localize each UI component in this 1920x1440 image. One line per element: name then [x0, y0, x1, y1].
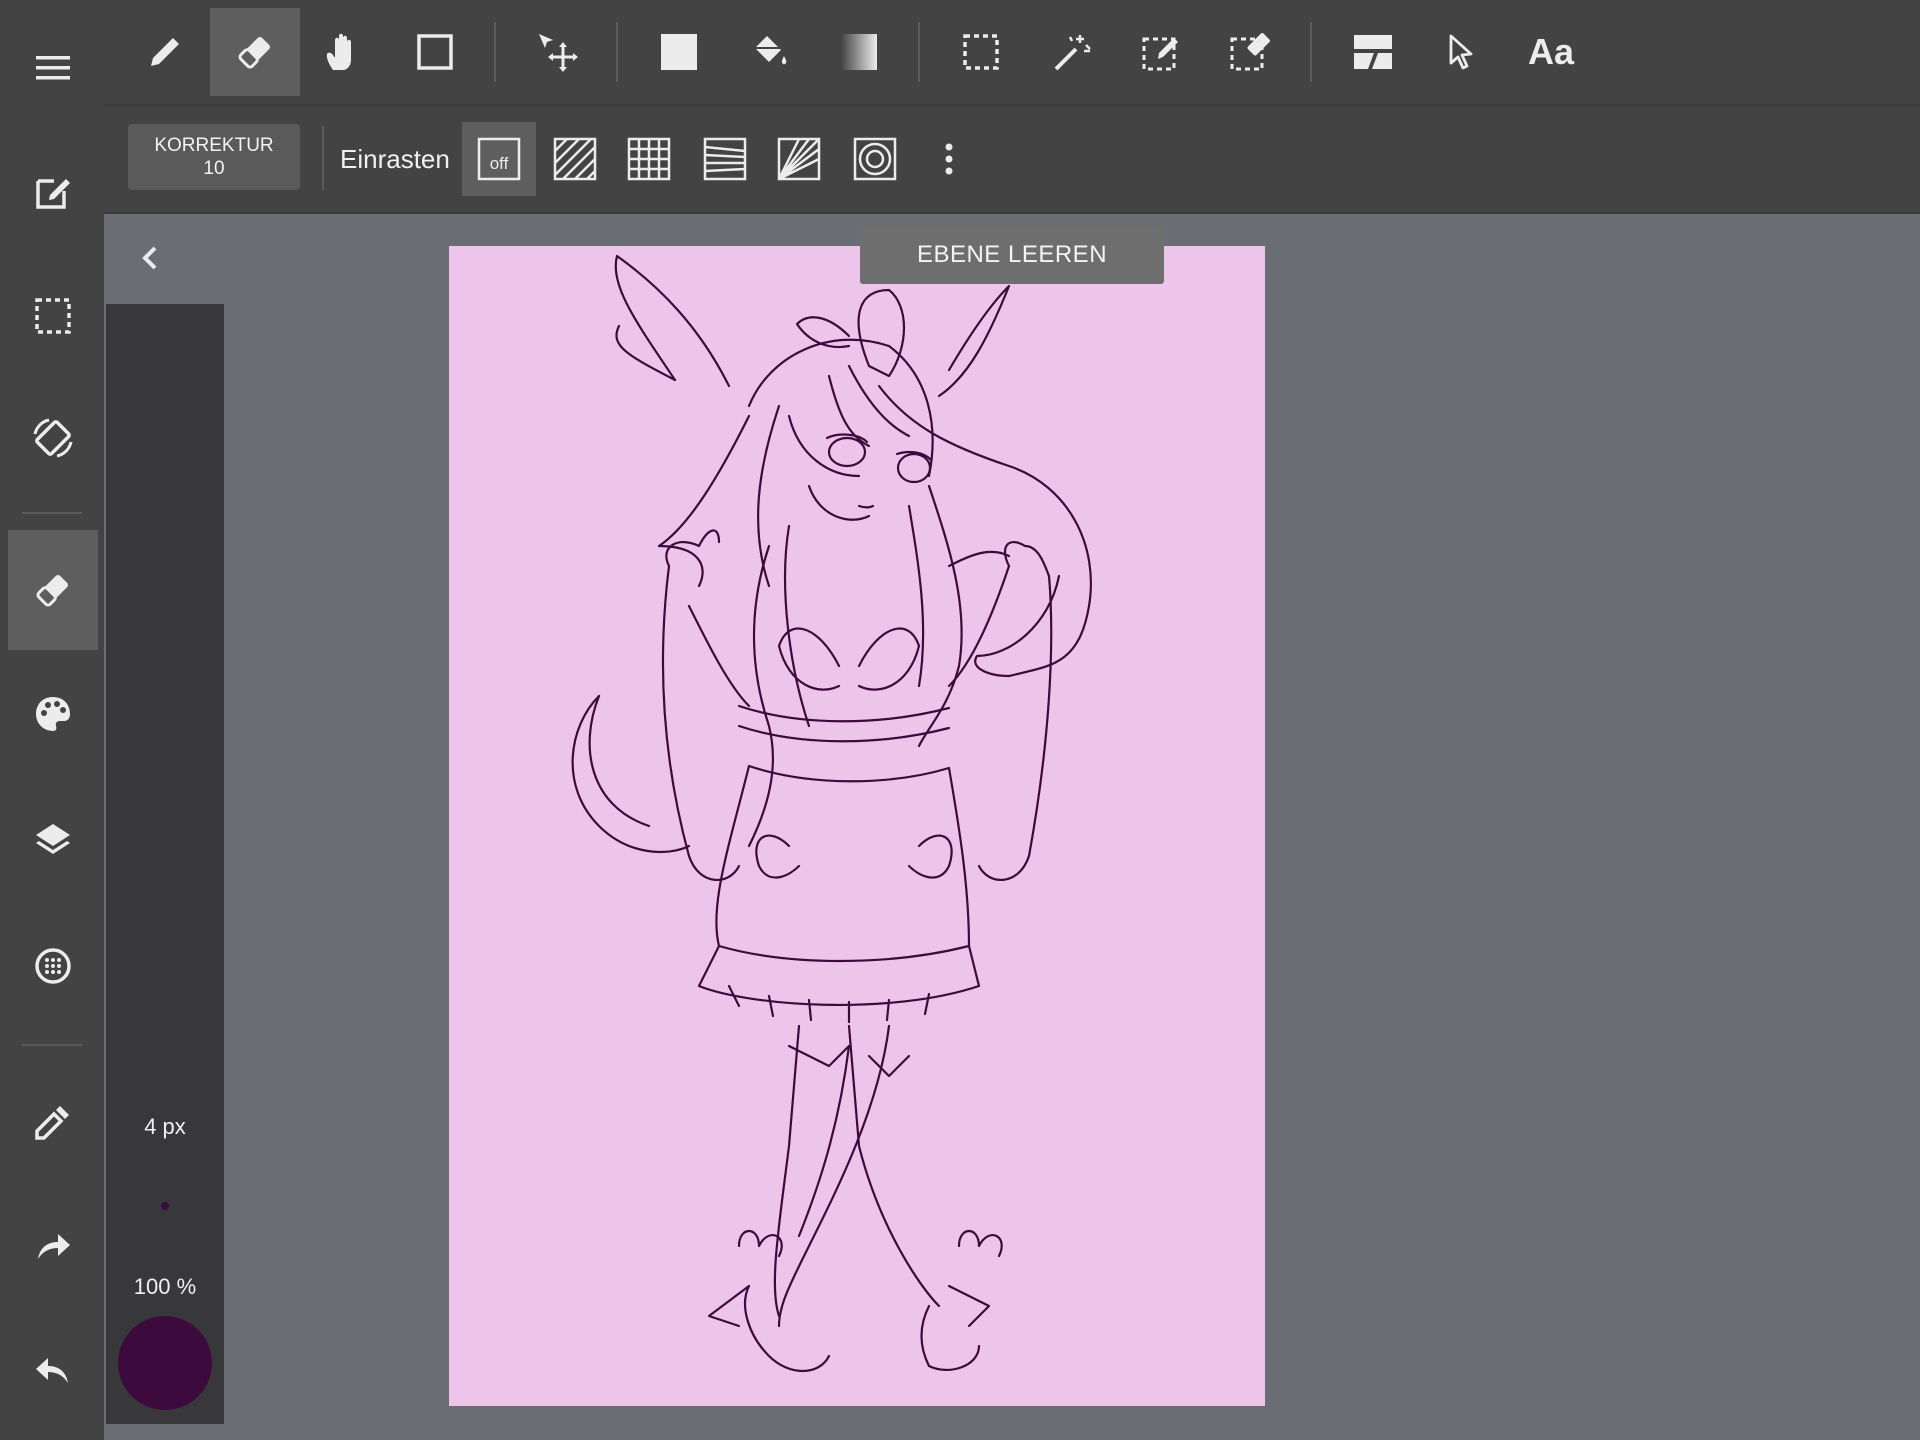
eraser-tool[interactable] [210, 8, 300, 96]
color-swatch[interactable] [118, 1316, 212, 1410]
left-sidebar [0, 0, 104, 1440]
bucket-fill-tool-icon [755, 36, 787, 65]
select-rect-tool-icon [963, 34, 999, 70]
shape-tool[interactable] [390, 8, 480, 96]
edit-canvas-icon [36, 179, 70, 209]
top-toolbar: Aa [104, 0, 1920, 106]
text-tool[interactable]: Aa [1506, 8, 1596, 96]
hand-tool[interactable] [298, 8, 388, 96]
rotate-canvas-button[interactable] [8, 378, 98, 498]
edit-canvas-button[interactable] [8, 132, 98, 252]
perspective-snap-button[interactable] [688, 122, 762, 196]
menu-icon [36, 56, 70, 80]
eraser-button[interactable] [8, 530, 98, 650]
text-tool-label: Aa [1527, 31, 1575, 72]
gradient-tool[interactable] [814, 8, 904, 96]
redo-button[interactable] [8, 1186, 98, 1306]
pen-tool[interactable] [120, 8, 210, 96]
selection-button[interactable] [8, 256, 98, 376]
panel-tool[interactable] [1328, 8, 1418, 96]
circle-snap-button[interactable] [838, 122, 912, 196]
select-pen-tool-icon [1142, 37, 1178, 71]
collapse-panel-button[interactable] [128, 236, 172, 280]
fill-rect-tool[interactable] [634, 8, 724, 96]
grid-snap-icon [627, 137, 671, 181]
snap-off-button[interactable]: off [462, 122, 536, 196]
grid-snap-button[interactable] [612, 122, 686, 196]
eraser-icon [36, 574, 69, 607]
drawing-canvas[interactable] [449, 246, 1265, 1406]
lineart-drawing [571, 254, 1092, 1372]
eraser-tool-icon [238, 36, 271, 69]
brush-panel: 4 px 100 % [106, 304, 224, 1424]
toolbar-divider [616, 22, 618, 82]
magic-wand-tool[interactable] [1026, 8, 1116, 96]
select-pen-tool[interactable] [1116, 8, 1206, 96]
more-vert-icon [945, 143, 953, 175]
clear-layer-toast[interactable]: EBENE LEEREN [860, 226, 1164, 284]
material-button[interactable] [8, 906, 98, 1026]
eyedropper-button[interactable] [8, 1062, 98, 1182]
correction-label: KORREKTUR [154, 135, 274, 156]
brush-opacity-label[interactable]: 100 % [106, 1274, 224, 1300]
palette-icon [36, 697, 70, 731]
toolbar-divider [494, 22, 496, 82]
select-eraser-tool-icon [1230, 33, 1270, 71]
hand-tool-icon [326, 33, 351, 70]
bucket-fill-tool[interactable] [724, 8, 814, 96]
layers-icon [36, 824, 70, 854]
select-eraser-tool[interactable] [1204, 8, 1294, 96]
pointer-tool-icon [1449, 34, 1473, 70]
palette-button[interactable] [8, 654, 98, 774]
snap-off-icon: off [477, 137, 521, 181]
correction-button[interactable]: KORREKTUR 10 [128, 124, 300, 190]
perspective-snap-icon [703, 137, 747, 181]
snap-label: Einrasten [340, 144, 450, 174]
menu-button[interactable] [8, 8, 98, 128]
more-options-button[interactable] [912, 122, 986, 196]
move-tool[interactable] [512, 8, 602, 96]
undo-icon [36, 1358, 68, 1383]
chevron-left-icon [142, 246, 157, 270]
pen-tool-icon [151, 38, 179, 66]
correction-value: 10 [203, 158, 225, 179]
radial-snap-icon [777, 137, 821, 181]
selection-icon [35, 298, 71, 334]
toolbar-divider [1310, 22, 1312, 82]
snap-off-label: off [490, 154, 509, 173]
sidebar-divider [22, 512, 82, 514]
select-rect-tool[interactable] [936, 8, 1026, 96]
panel-tool-icon [1354, 35, 1392, 69]
material-icon [35, 948, 71, 984]
parallel-snap-button[interactable] [538, 122, 612, 196]
brush-size-label[interactable]: 4 px [106, 1114, 224, 1140]
toolbar-divider [918, 22, 920, 82]
layers-button[interactable] [8, 780, 98, 900]
rotate-canvas-icon [33, 418, 73, 458]
redo-icon [38, 1234, 70, 1259]
eyedropper-icon [35, 1106, 69, 1140]
magic-wand-tool-icon [1054, 35, 1091, 71]
gradient-tool-icon [841, 34, 877, 70]
circle-snap-icon [853, 137, 897, 181]
pointer-tool[interactable] [1416, 8, 1506, 96]
shape-tool-icon [417, 34, 453, 70]
radial-snap-button[interactable] [762, 122, 836, 196]
move-tool-icon [539, 34, 578, 72]
sidebar-divider [22, 1044, 82, 1046]
fill-rect-tool-icon [661, 34, 697, 70]
parallel-snap-icon [553, 137, 597, 181]
subbar-divider [322, 126, 324, 190]
undo-button[interactable] [8, 1310, 98, 1430]
brush-size-preview [161, 1202, 169, 1210]
tool-options-bar: KORREKTUR 10 Einrasten off [104, 106, 1920, 214]
